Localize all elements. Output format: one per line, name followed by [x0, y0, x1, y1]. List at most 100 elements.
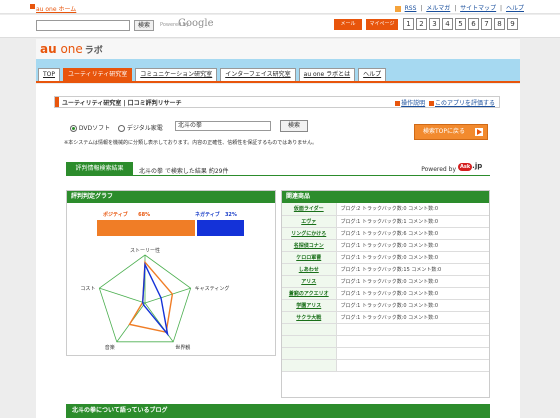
mailmag-link[interactable]: メルマガ [426, 5, 450, 12]
global-search-bar: 検索 Powered by Google メール マイページ 1 2 3 4 5… [0, 15, 560, 38]
related-product-stats: ブログ:1 トラックバック数:0 コメント数:0 [336, 299, 489, 312]
related-product-link[interactable]: 仮面ライダー [282, 203, 337, 216]
disclaimer-text: ※本システムは情報を機械的に分類し表示しております。内容の正確性、信頼性を保証す… [64, 140, 318, 146]
related-product-stats: ブログ:1 トラックバック数:0 コメント数:0 [336, 251, 489, 264]
logo-au: au [40, 42, 57, 56]
option-camera[interactable]: デジタル家電 [118, 123, 163, 132]
mail-button[interactable]: メール [334, 19, 362, 30]
rss-icon [394, 5, 401, 12]
ask-jp-logo[interactable]: Ask .jp [458, 162, 490, 174]
related-products-panel: 関連商品 仮面ライダー ブログ:2 トラックバック数:0 コメント数:0 エヴァ ブロ… [281, 190, 490, 398]
related-product-stats: ブログ:1 トラックバック数:0 コメント数:0 [336, 275, 489, 288]
sentiment-bars: ポジティブ 68% ネガティブ 32% [67, 203, 275, 239]
ask-logo-jp: .jp [472, 162, 483, 170]
howto-link[interactable]: 操作説明 [401, 100, 425, 107]
top-links: RSS | メルマガ | サイトマップ | ヘルプ [394, 3, 526, 12]
table-row: リングにかけろ ブログ:1 トラックバック数:6 コメント数:0 [282, 227, 489, 240]
radio-camera[interactable] [118, 125, 125, 132]
related-product-link[interactable]: エヴァ [282, 215, 337, 228]
number-tabs: 1 2 3 4 5 6 7 8 9 [403, 18, 518, 30]
related-product-link[interactable]: しあわせ [282, 263, 337, 276]
positive-bar [97, 220, 195, 236]
table-row: 学園アリス ブログ:1 トラックバック数:0 コメント数:0 [282, 299, 489, 312]
back-to-search-top-label: 検索TOPに戻る [423, 128, 466, 135]
option-dvd[interactable]: DVDソフト [70, 123, 110, 132]
powered-by-label: Powered by [421, 166, 456, 173]
number-tab-1[interactable]: 1 [403, 18, 414, 30]
related-products-table: 仮面ライダー ブログ:2 トラックバック数:0 コメント数:0 エヴァ ブログ:1 ト… [282, 203, 489, 372]
sitemap-link[interactable]: サイトマップ [460, 5, 496, 12]
empty-cell [282, 347, 337, 360]
tab-communication-lab[interactable]: コミュニケーション研究室 [135, 68, 218, 81]
number-tab-4[interactable]: 4 [442, 18, 453, 30]
tab-utility-lab[interactable]: ユーティリティ研究室 [63, 68, 133, 81]
negative-label: ネガティブ 32% [195, 212, 237, 218]
radar-axis [144, 302, 174, 343]
related-product-link[interactable]: アリス [282, 275, 337, 288]
search-button[interactable]: 検索 [280, 120, 308, 132]
radar-axis [144, 287, 191, 304]
breadcrumb-links: 操作説明 このアプリを評価する [395, 98, 495, 107]
main-content: ユーティリティ研究室 | 口コミ評判リサーチ 操作説明 このアプリを評価する D… [36, 84, 520, 418]
empty-cell [336, 323, 489, 336]
rate-app-link[interactable]: このアプリを評価する [435, 100, 495, 107]
radar-axis-label: 世界観 [175, 344, 190, 351]
google-logo: Google [178, 18, 214, 29]
positive-label: ポジティブ 68% [103, 212, 151, 218]
tab-help[interactable]: ヘルプ [358, 68, 387, 81]
tab-top[interactable]: TOP [38, 68, 61, 81]
blog-section-header: 北斗の拳について語っているブログ [66, 404, 490, 418]
number-tab-7[interactable]: 7 [481, 18, 492, 30]
table-row: 仮面ライダー ブログ:2 トラックバック数:0 コメント数:0 [282, 203, 489, 216]
tab-about[interactable]: au one ラボとは [298, 68, 356, 81]
related-product-link[interactable]: 学園アリス [282, 299, 337, 312]
au-one-labo-logo[interactable]: au one ラボ [40, 42, 103, 56]
mypage-button[interactable]: マイページ [366, 19, 398, 30]
empty-cell [336, 359, 489, 372]
related-product-stats: ブログ:1 トラックバック数:0 コメント数:0 [336, 311, 489, 324]
empty-cell [282, 323, 337, 336]
keyword-input[interactable]: 北斗の拳 [175, 121, 271, 131]
related-product-stats: ブログ:1 トラックバック数:0 コメント数:0 [336, 239, 489, 252]
empty-cell [336, 335, 489, 348]
related-product-link[interactable]: 名探偵コナン [282, 239, 337, 252]
radio-dvd[interactable] [70, 125, 77, 132]
table-row: しあわせ ブログ:1 トラックバック数:15 コメント数:0 [282, 263, 489, 276]
radar-svg: ストーリー性キャスティング世界観 音楽 コスト [80, 247, 229, 351]
logo-labo: ラボ [84, 46, 103, 56]
empty-cell [282, 359, 337, 372]
tab-interface-lab[interactable]: インターフェイス研究室 [220, 68, 296, 81]
radar-chart: ストーリー性 キャスティング 世界観 音楽 コスト [67, 241, 275, 355]
results-tab: 評判情報検索結果 [66, 162, 133, 176]
number-tab-6[interactable]: 6 [468, 18, 479, 30]
related-product-link[interactable]: サクラ大戦 [282, 311, 337, 324]
help-link[interactable]: ヘルプ [506, 5, 524, 12]
nav-underline [36, 81, 520, 83]
ask-logo-mark: Ask [458, 163, 473, 171]
related-product-link[interactable]: 蒼窮のアクエリオ [282, 287, 337, 300]
related-panel-title: 関連商品 [282, 191, 489, 203]
logo-one: one [56, 42, 83, 56]
related-product-stats: ブログ:1 トラックバック数:1 コメント数:0 [336, 215, 489, 228]
results-header: 評判情報検索結果 北斗の拳 で検索した結果 約29件 Powered by As… [66, 162, 490, 176]
table-row: アリス ブログ:1 トラックバック数:0 コメント数:0 [282, 275, 489, 288]
negative-bar [197, 220, 244, 236]
rss-link[interactable]: RSS [405, 5, 417, 12]
graph-panel-title: 評判判定グラフ [67, 191, 275, 203]
number-tab-5[interactable]: 5 [455, 18, 466, 30]
related-product-link[interactable]: リングにかけろ [282, 227, 337, 240]
related-product-link[interactable]: ケロロ軍曹 [282, 251, 337, 264]
number-tab-8[interactable]: 8 [494, 18, 505, 30]
table-row-empty [282, 347, 489, 360]
back-to-search-top-button[interactable]: 検索TOPに戻る [414, 124, 488, 140]
site-search-button[interactable]: 検索 [134, 20, 154, 31]
breadcrumb-text: ユーティリティ研究室 | 口コミ評判リサーチ [62, 100, 182, 107]
number-tab-9[interactable]: 9 [507, 18, 518, 30]
au-one-home-link[interactable]: au one ホーム [36, 4, 76, 13]
play-arrow-icon [475, 128, 483, 136]
site-search-input[interactable] [36, 20, 130, 31]
number-tab-3[interactable]: 3 [429, 18, 440, 30]
results-summary: 北斗の拳 で検索した結果 約29件 [139, 168, 229, 175]
radar-axis-label: ストーリー性 [130, 247, 160, 254]
number-tab-2[interactable]: 2 [416, 18, 427, 30]
